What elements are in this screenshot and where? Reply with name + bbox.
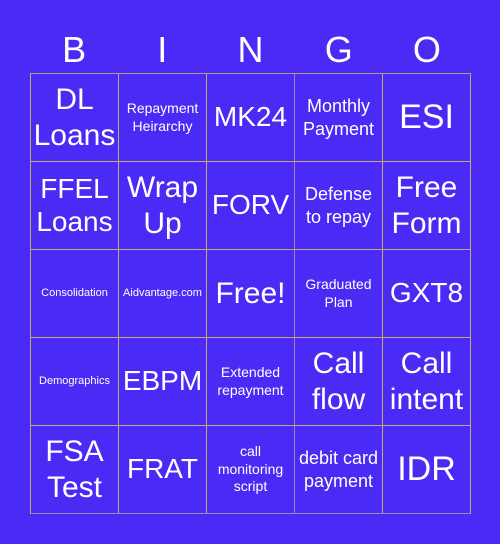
bingo-cell[interactable]: DL Loans bbox=[31, 74, 119, 162]
cell-label: Repayment Heirarchy bbox=[126, 100, 199, 134]
bingo-cell[interactable]: FORV bbox=[207, 162, 295, 250]
cell-label: Monthly Payment bbox=[302, 96, 375, 139]
bingo-header: B I N G O bbox=[30, 28, 471, 72]
bingo-cell[interactable]: FFEL Loans bbox=[31, 162, 119, 250]
cell-label: debit card payment bbox=[298, 448, 379, 491]
cell-label: FRAT bbox=[126, 453, 199, 485]
cell-label: FSA Test bbox=[45, 434, 104, 504]
bingo-cell[interactable]: Consolidation bbox=[31, 250, 119, 338]
cell-label: Extended repayment bbox=[217, 364, 284, 398]
bingo-cell[interactable]: Repayment Heirarchy bbox=[119, 74, 207, 162]
cell-label: Graduated Plan bbox=[305, 276, 372, 310]
bingo-cell[interactable]: ESI bbox=[383, 74, 471, 162]
cell-label: call monitoring script bbox=[217, 443, 284, 495]
cell-label: Aidvantage.com bbox=[123, 287, 202, 300]
cell-label: GXT8 bbox=[389, 277, 464, 309]
bingo-cell[interactable]: Free Form bbox=[383, 162, 471, 250]
bingo-board: DL Loans Repayment Heirarchy MK24 Monthl… bbox=[30, 73, 471, 514]
bingo-cell[interactable]: GXT8 bbox=[383, 250, 471, 338]
bingo-cell[interactable]: call monitoring script bbox=[207, 426, 295, 514]
bingo-cell[interactable]: Graduated Plan bbox=[295, 250, 383, 338]
header-letter-b: B bbox=[62, 29, 87, 70]
bingo-cell[interactable]: Extended repayment bbox=[207, 338, 295, 426]
bingo-cell[interactable]: Wrap Up bbox=[119, 162, 207, 250]
bingo-cell[interactable]: Aidvantage.com bbox=[119, 250, 207, 338]
cell-label: Free Form bbox=[391, 170, 462, 240]
bingo-cell[interactable]: FSA Test bbox=[31, 426, 119, 514]
cell-label: FFEL Loans bbox=[36, 173, 113, 237]
cell-label: ESI bbox=[399, 97, 454, 136]
bingo-cell[interactable]: EBPM bbox=[119, 338, 207, 426]
bingo-cell[interactable]: Defense to repay bbox=[295, 162, 383, 250]
cell-label: DL Loans bbox=[33, 82, 116, 152]
cell-label: Consolidation bbox=[41, 287, 108, 300]
bingo-cell[interactable]: debit card payment bbox=[295, 426, 383, 514]
cell-label: Call flow bbox=[311, 346, 366, 416]
header-letter-g: G bbox=[324, 29, 353, 70]
cell-label: EBPM bbox=[122, 365, 203, 397]
header-letter-o: O bbox=[412, 29, 441, 70]
cell-label: MK24 bbox=[213, 101, 288, 133]
bingo-cell[interactable]: IDR bbox=[383, 426, 471, 514]
header-letter-n: N bbox=[237, 29, 264, 70]
header-letter-i: I bbox=[157, 29, 168, 70]
bingo-cell[interactable]: Call intent bbox=[383, 338, 471, 426]
cell-label: Call intent bbox=[389, 346, 464, 416]
bingo-cell[interactable]: MK24 bbox=[207, 74, 295, 162]
cell-label: IDR bbox=[397, 449, 456, 488]
bingo-cell[interactable]: Call flow bbox=[295, 338, 383, 426]
bingo-cell[interactable]: FRAT bbox=[119, 426, 207, 514]
cell-label: FORV bbox=[211, 189, 290, 221]
cell-label: Defense to repay bbox=[304, 184, 373, 227]
cell-label: Demographics bbox=[39, 375, 110, 388]
cell-label: Wrap Up bbox=[126, 170, 199, 240]
cell-label: Free! bbox=[215, 276, 286, 310]
bingo-cell[interactable]: Demographics bbox=[31, 338, 119, 426]
free-space[interactable]: Free! bbox=[207, 250, 295, 338]
bingo-cell[interactable]: Monthly Payment bbox=[295, 74, 383, 162]
